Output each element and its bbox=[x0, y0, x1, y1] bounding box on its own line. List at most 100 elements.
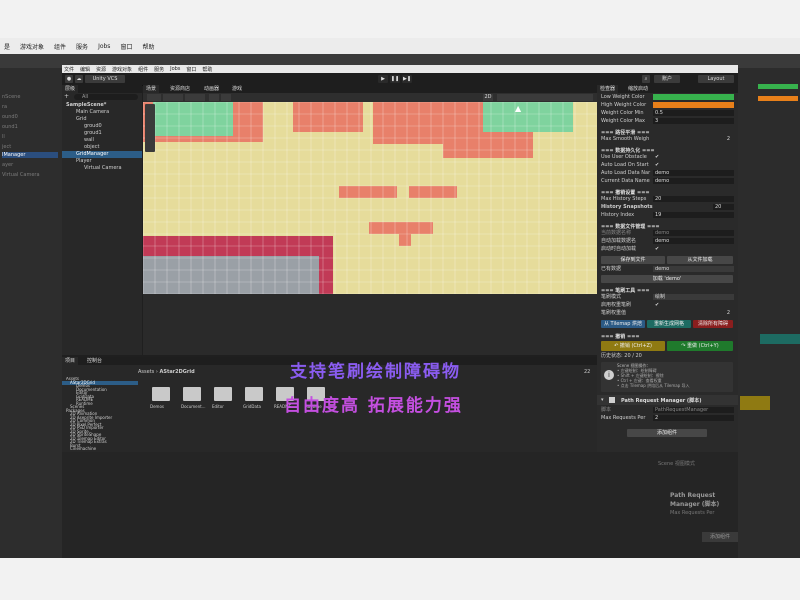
menu-component[interactable]: 组件 bbox=[138, 66, 148, 73]
tree-item[interactable]: groud1 bbox=[84, 130, 102, 137]
tab-project[interactable]: 项目 bbox=[62, 357, 79, 365]
folder-item[interactable]: Demos bbox=[150, 387, 170, 409]
outer-menu-item[interactable]: 组件 bbox=[54, 42, 66, 51]
weight-max-field[interactable]: 3 bbox=[653, 118, 734, 124]
tab-scene[interactable]: 场景 bbox=[143, 85, 160, 93]
menu-assets[interactable]: 资源 bbox=[96, 66, 106, 73]
component-header[interactable]: ▾ Path Request Manager (脚本) bbox=[597, 395, 738, 405]
hand-tool-icon[interactable] bbox=[147, 94, 161, 101]
play-icon[interactable]: ▶ bbox=[378, 75, 388, 83]
tree-item[interactable]: Player bbox=[76, 158, 92, 165]
outer-menu-item[interactable]: 游戏对象 bbox=[20, 42, 44, 51]
scene-tools-palette[interactable] bbox=[145, 104, 155, 152]
menu-services[interactable]: 服务 bbox=[154, 66, 164, 73]
tab-game[interactable]: 游戏 bbox=[229, 85, 246, 93]
auto-load-name-field[interactable]: demo bbox=[653, 170, 734, 176]
project-tree-item[interactable]: Cinemachine bbox=[70, 447, 96, 451]
snap-icon[interactable] bbox=[221, 94, 231, 101]
menu-window[interactable]: 窗口 bbox=[186, 66, 196, 73]
folder-item[interactable]: GridData bbox=[243, 387, 263, 409]
scene-view-options[interactable] bbox=[497, 94, 593, 101]
weight-min-field[interactable]: 0.5 bbox=[653, 110, 734, 116]
add-component-button[interactable]: 添加组件 bbox=[627, 429, 707, 437]
layout-dropdown[interactable]: Layout bbox=[698, 75, 734, 83]
use-user-obstacle-checkbox[interactable]: ✔ bbox=[653, 154, 734, 160]
search-icon[interactable]: ⌕ bbox=[642, 75, 650, 83]
grid-icon[interactable] bbox=[209, 94, 219, 101]
max-requests-field[interactable]: 2 bbox=[653, 415, 734, 421]
load-demo-button[interactable]: 加载 'demo' bbox=[601, 275, 733, 283]
outer-menu-item[interactable]: 帮助 bbox=[142, 42, 154, 51]
scene-view-viewport[interactable]: ▲ bbox=[143, 102, 597, 294]
cloud-icon[interactable]: ☁ bbox=[75, 75, 83, 83]
tab-animator[interactable]: 动画器 bbox=[201, 85, 223, 93]
tab-asset-store[interactable]: 资源商店 bbox=[167, 85, 194, 93]
folder-item[interactable]: Document... bbox=[181, 387, 206, 409]
tab-console[interactable]: 控制台 bbox=[84, 357, 106, 365]
tilemap-grid[interactable] bbox=[143, 102, 597, 294]
weight-brush-checkbox[interactable]: ✔ bbox=[653, 302, 734, 308]
outer-menu-item[interactable]: 是 bbox=[4, 42, 10, 51]
account-dropdown[interactable]: 账户 bbox=[654, 75, 680, 83]
tab-hierarchy[interactable]: 层级 bbox=[62, 85, 79, 93]
clear-obstacles-button[interactable]: 清除所有障碍 bbox=[693, 320, 733, 328]
menu-help[interactable]: 帮助 bbox=[202, 66, 212, 73]
expand-arrow-icon[interactable]: ▾ bbox=[601, 397, 604, 403]
load-from-file-button[interactable]: 从文件加载 bbox=[667, 256, 733, 264]
tree-item-selected[interactable]: GridManager bbox=[62, 151, 142, 158]
menu-jobs[interactable]: Jobs bbox=[170, 66, 180, 72]
menu-edit[interactable]: 编辑 bbox=[80, 66, 90, 73]
vcs-button[interactable]: Unity VCS bbox=[85, 75, 125, 83]
tree-item[interactable]: groud0 bbox=[84, 123, 102, 130]
account-icon[interactable]: ● bbox=[65, 75, 73, 83]
breadcrumb-assets[interactable]: Assets bbox=[138, 369, 154, 375]
outer-menu-item[interactable]: 窗口 bbox=[120, 42, 132, 51]
history-index-field[interactable]: 19 bbox=[653, 212, 734, 218]
local-dropdown[interactable] bbox=[185, 94, 205, 101]
undo-button[interactable]: ↶ 撤销 (Ctrl+Z) bbox=[601, 341, 665, 351]
history-snapshots-field[interactable]: 20 bbox=[713, 204, 734, 210]
history-steps-field[interactable]: 20 bbox=[653, 196, 734, 202]
brush-mode-dropdown[interactable]: 绘制 bbox=[653, 294, 734, 300]
tree-scene[interactable]: SampleScene* bbox=[66, 102, 140, 109]
step-icon[interactable]: ▶❚ bbox=[402, 75, 412, 83]
scene-gizmo[interactable]: ▲ bbox=[515, 104, 541, 120]
pivot-dropdown[interactable] bbox=[163, 94, 183, 101]
pause-icon[interactable]: ❚❚ bbox=[390, 75, 400, 83]
bake-tilemap-button[interactable]: 从 Tilemap 烘焙 bbox=[601, 320, 645, 328]
current-data-field[interactable]: demo bbox=[653, 178, 734, 184]
add-icon[interactable]: + bbox=[64, 94, 70, 100]
folder-item[interactable]: Editor bbox=[212, 387, 232, 409]
tree-item[interactable]: Main Camera bbox=[76, 109, 109, 116]
shading-2d-toggle[interactable]: 2D bbox=[483, 94, 493, 101]
hierarchy-search-input[interactable]: All bbox=[74, 94, 138, 100]
tab-zoom[interactable]: 缩放启动 bbox=[625, 85, 652, 93]
rebuild-grid-button[interactable]: 重新生成网格 bbox=[647, 320, 691, 328]
menu-gameobject[interactable]: 游戏对象 bbox=[112, 66, 132, 73]
startup-load-checkbox[interactable]: ✔ bbox=[653, 246, 734, 252]
low-weight-color-swatch[interactable] bbox=[653, 94, 734, 100]
redo-button[interactable]: ↷ 重做 (Ctrl+Y) bbox=[667, 341, 733, 351]
script-field[interactable]: PathRequestManager bbox=[653, 407, 734, 413]
breadcrumb-folder[interactable]: AStar2DGrid bbox=[159, 369, 194, 375]
history-snapshots-label[interactable]: History Snapshots bbox=[601, 204, 653, 211]
smooth-slider[interactable]: 2 bbox=[653, 136, 734, 142]
history-state-row: 历史状态: 20 / 20 bbox=[601, 353, 734, 360]
outer-menu-item[interactable]: Jobs bbox=[98, 43, 110, 50]
auto-data-field[interactable]: demo bbox=[653, 238, 734, 244]
save-to-file-button[interactable]: 保存到文件 bbox=[601, 256, 665, 264]
data-name-field[interactable]: demo bbox=[653, 230, 734, 236]
auto-load-checkbox[interactable]: ✔ bbox=[653, 162, 734, 168]
high-weight-color-swatch[interactable] bbox=[653, 102, 734, 108]
tree-item[interactable]: Grid bbox=[76, 116, 87, 123]
tab-inspector[interactable]: 检查器 bbox=[597, 85, 619, 93]
existing-data-dropdown[interactable]: demo bbox=[653, 266, 734, 272]
brush-weight-slider[interactable]: 2 bbox=[653, 310, 734, 316]
menu-file[interactable]: 文件 bbox=[64, 66, 74, 73]
tree-item[interactable]: wall bbox=[84, 137, 94, 144]
history-state-text: 历史状态: 20 / 20 bbox=[601, 353, 642, 359]
project-tree-item-selected[interactable]: AStar2DGrid bbox=[62, 380, 138, 385]
outer-menu-item[interactable]: 服务 bbox=[76, 42, 88, 51]
tree-item[interactable]: object bbox=[84, 144, 99, 151]
tree-item[interactable]: Virtual Camera bbox=[84, 165, 122, 172]
